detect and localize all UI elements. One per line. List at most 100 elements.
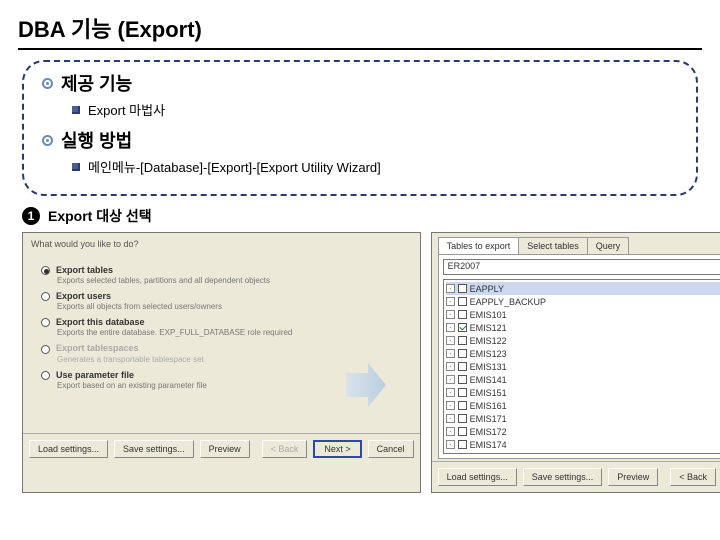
back-button[interactable]: < Back bbox=[670, 468, 716, 486]
table-name: EMIS101 bbox=[470, 310, 507, 320]
tree-expand-icon: · bbox=[446, 349, 455, 358]
load-settings-button[interactable]: Load settings... bbox=[438, 468, 517, 486]
save-settings-button[interactable]: Save settings... bbox=[114, 440, 194, 458]
list-item[interactable]: · EMIS172 bbox=[446, 425, 720, 438]
option-description: Exports selected tables, partitions and … bbox=[57, 276, 414, 285]
cancel-button[interactable]: Cancel bbox=[368, 440, 414, 458]
checkbox-icon[interactable] bbox=[458, 414, 467, 423]
checkbox-icon[interactable] bbox=[458, 427, 467, 436]
next-button[interactable]: Next > bbox=[313, 440, 361, 458]
option-label: Export users bbox=[56, 291, 111, 301]
checkbox-icon[interactable] bbox=[458, 401, 467, 410]
table-name: EMIS161 bbox=[470, 401, 507, 411]
square-bullet-icon bbox=[72, 106, 80, 114]
tree-expand-icon: · bbox=[446, 284, 455, 293]
option-description: Export based on an existing parameter fi… bbox=[57, 381, 414, 390]
checkbox-icon[interactable] bbox=[458, 440, 467, 449]
load-settings-button[interactable]: Load settings... bbox=[29, 440, 108, 458]
checkbox-icon[interactable] bbox=[458, 362, 467, 371]
table-name: EMIS172 bbox=[470, 427, 507, 437]
option-label: Use parameter file bbox=[56, 370, 134, 380]
tree-expand-icon: · bbox=[446, 401, 455, 410]
back-button[interactable]: < Back bbox=[262, 440, 308, 458]
checkbox-icon[interactable] bbox=[458, 388, 467, 397]
table-name: EMIS121 bbox=[470, 323, 507, 333]
checkbox-icon[interactable] bbox=[458, 310, 467, 319]
table-name: EMIS141 bbox=[470, 375, 507, 385]
option-description: Generates a transportable tablespace set bbox=[57, 355, 414, 364]
export-option[interactable]: Export this databaseExports the entire d… bbox=[41, 317, 414, 337]
list-item[interactable]: · EMIS123 bbox=[446, 347, 720, 360]
tab-tables-to-export[interactable]: Tables to export bbox=[438, 237, 520, 254]
callout-sub-2: 메인메뉴-[Database]-[Export]-[Export Utility… bbox=[88, 157, 381, 176]
export-option: Export tablespaces Generates a transporta… bbox=[41, 343, 414, 363]
table-name: EAPPLY_BACKUP bbox=[470, 297, 546, 307]
bullet-icon bbox=[42, 78, 53, 89]
list-item[interactable]: · EMIS121 bbox=[446, 321, 720, 334]
checkbox-icon[interactable] bbox=[458, 297, 467, 306]
tree-expand-icon: · bbox=[446, 323, 455, 332]
preview-button[interactable]: Preview bbox=[608, 468, 658, 486]
tree-expand-icon: · bbox=[446, 310, 455, 319]
step-number-badge: 1 bbox=[22, 207, 40, 225]
option-label: Export tablespaces bbox=[56, 343, 139, 353]
tree-expand-icon: · bbox=[446, 336, 455, 345]
table-name: EMIS123 bbox=[470, 349, 507, 359]
export-option[interactable]: Use parameter fileExport based on an exi… bbox=[41, 370, 414, 390]
tree-expand-icon: · bbox=[446, 414, 455, 423]
wizard-step1-window: What would you like to do? Export tables… bbox=[22, 232, 421, 493]
callout-sub-1: Export 마법사 bbox=[88, 100, 165, 119]
preview-button[interactable]: Preview bbox=[200, 440, 250, 458]
checkbox-icon[interactable] bbox=[458, 375, 467, 384]
tree-expand-icon: · bbox=[446, 375, 455, 384]
wizard-question: What would you like to do? bbox=[31, 239, 414, 249]
option-label: Export tables bbox=[56, 265, 113, 275]
table-name: EMIS131 bbox=[470, 362, 507, 372]
list-item[interactable]: · EMIS174 bbox=[446, 438, 720, 451]
table-name: EMIS174 bbox=[470, 440, 507, 450]
table-name: EMIS122 bbox=[470, 336, 507, 346]
bullet-icon bbox=[42, 135, 53, 146]
checkbox-icon[interactable] bbox=[458, 349, 467, 358]
table-name: EMIS171 bbox=[470, 414, 507, 424]
callout-heading-2: 실행 방법 bbox=[61, 127, 132, 153]
export-option[interactable]: Export usersExports all objects from sel… bbox=[41, 291, 414, 311]
wizard-step2-window: Tables to export Select tables Query ER2… bbox=[431, 232, 720, 493]
save-settings-button[interactable]: Save settings... bbox=[523, 468, 603, 486]
checkbox-icon[interactable] bbox=[458, 336, 467, 345]
export-option[interactable]: Export tablesExports selected tables, pa… bbox=[41, 265, 414, 285]
radio-icon bbox=[41, 318, 50, 327]
list-item[interactable]: · EMIS101 bbox=[446, 308, 720, 321]
list-item[interactable]: · EMIS141 bbox=[446, 373, 720, 386]
list-item[interactable]: · EMIS171 bbox=[446, 412, 720, 425]
callout-box: 제공 기능 Export 마법사 실행 방법 메인메뉴-[Database]-[… bbox=[22, 60, 698, 196]
page-title: DBA 기능 (Export) bbox=[18, 12, 702, 50]
tab-select-tables[interactable]: Select tables bbox=[518, 237, 588, 254]
option-description: Exports all objects from selected users/… bbox=[57, 302, 414, 311]
table-name: EMIS151 bbox=[470, 388, 507, 398]
schema-combo[interactable]: ER2007 bbox=[443, 259, 720, 275]
radio-icon bbox=[41, 345, 50, 354]
radio-icon bbox=[41, 266, 50, 275]
tree-expand-icon: · bbox=[446, 388, 455, 397]
tree-expand-icon: · bbox=[446, 297, 455, 306]
checkbox-icon[interactable] bbox=[458, 323, 467, 332]
option-label: Export this database bbox=[56, 317, 145, 327]
square-bullet-icon bbox=[72, 163, 80, 171]
tables-listbox[interactable]: ·EAPPLY·EAPPLY_BACKUP·EMIS101·EMIS121·EM… bbox=[443, 279, 720, 454]
radio-icon bbox=[41, 371, 50, 380]
option-description: Exports the entire database. EXP_FULL_DA… bbox=[57, 328, 414, 337]
list-item[interactable]: · EMIS161 bbox=[446, 399, 720, 412]
tab-query[interactable]: Query bbox=[587, 237, 630, 254]
list-item[interactable]: ·EAPPLY bbox=[446, 282, 720, 295]
list-item[interactable]: · EAPPLY_BACKUP bbox=[446, 295, 720, 308]
step-title: Export 대상 선택 bbox=[48, 206, 152, 226]
tree-expand-icon: · bbox=[446, 362, 455, 371]
list-item[interactable]: · EMIS131 bbox=[446, 360, 720, 373]
list-item[interactable]: · EMIS151 bbox=[446, 386, 720, 399]
callout-heading-1: 제공 기능 bbox=[61, 70, 132, 96]
list-item[interactable]: · EMIS122 bbox=[446, 334, 720, 347]
tree-expand-icon: · bbox=[446, 440, 455, 449]
checkbox-icon[interactable] bbox=[458, 284, 467, 293]
tree-expand-icon: · bbox=[446, 427, 455, 436]
